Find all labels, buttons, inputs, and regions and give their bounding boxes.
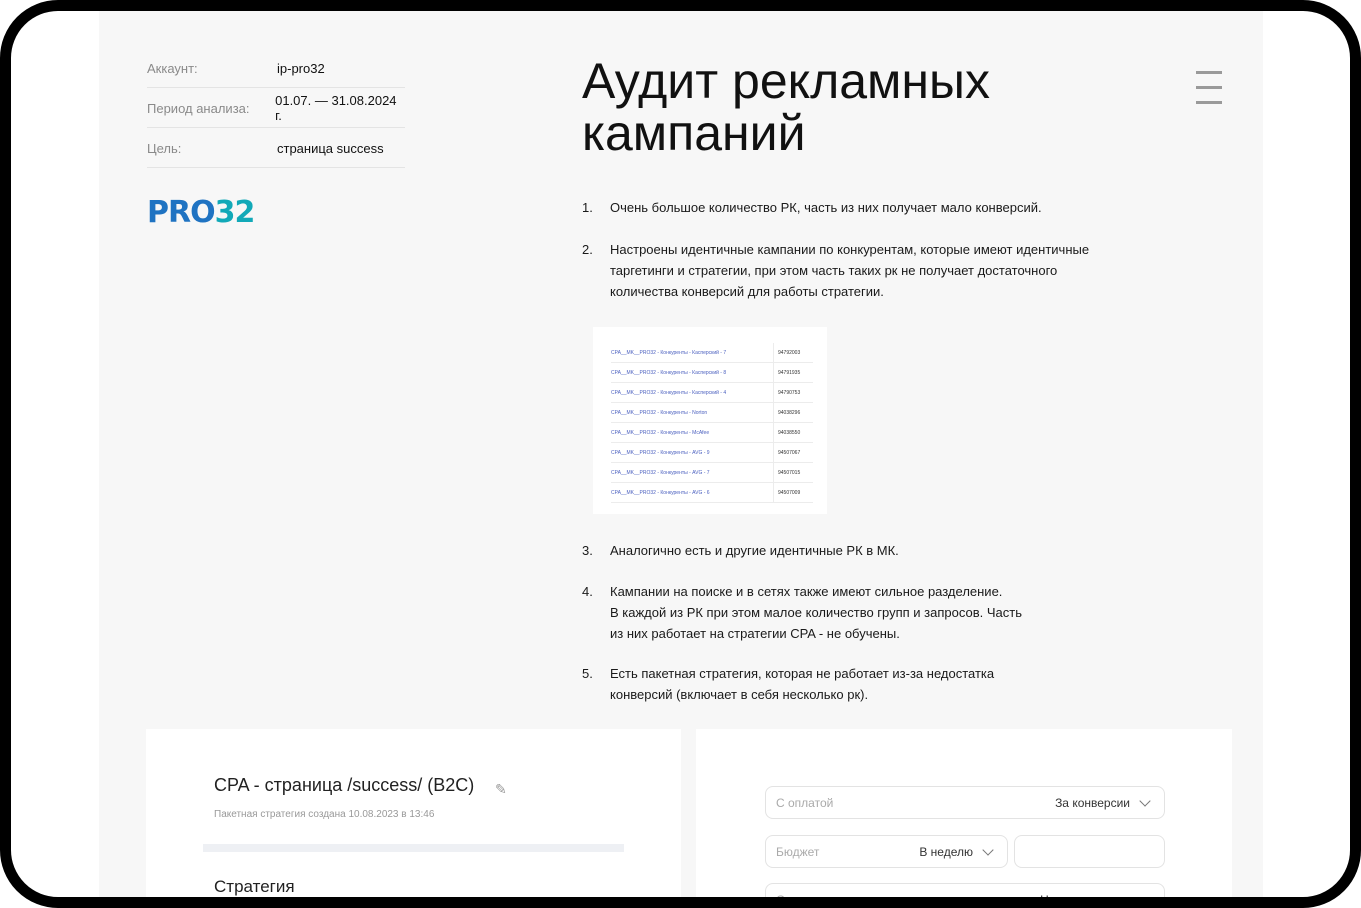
list-item: 1. Очень большое количество РК, часть из… [582, 197, 1042, 218]
list-item-text: Есть пакетная стратегия, которая не рабо… [610, 666, 995, 702]
list-item-text: Аналогично есть и другие идентичные РК в… [610, 543, 899, 558]
strategy-section-heading: Стратегия [214, 877, 295, 896]
table-row: CPA__MK__PRO32 - Конкуренты - AVG - 6 945… [611, 482, 813, 503]
list-item: 2. Настроены идентичные кампании по конк… [582, 239, 1089, 302]
table-row: CPA__MK__PRO32 - Конкуренты - Norton 9403… [611, 402, 813, 423]
budget-amount-input[interactable] [1014, 835, 1165, 868]
list-item: 4. Кампании на поиске и в сетях также им… [582, 581, 1022, 644]
table-row: CPA__MK__PRO32 - Конкуренты - McAfee 9403… [611, 422, 813, 443]
chevron-down-icon [1139, 892, 1151, 897]
list-item-number: 1. [582, 200, 593, 215]
list-item-text: Настроены идентичные кампании по конкуре… [610, 242, 1090, 299]
list-item-text: Очень большое количество РК, часть из ни… [610, 200, 1042, 215]
spend-limit-label: Ограничение расхода [776, 893, 898, 907]
page: Аккаунт: ip-pro32 Период анализа: 01.07.… [99, 11, 1263, 907]
campaign-name: CPA__MK__PRO32 - Конкуренты - AVG - 6 [611, 482, 774, 503]
chevron-down-icon [982, 844, 994, 856]
logo-text-pro: PRO [147, 195, 216, 230]
pro32-logo: PRO32 [147, 195, 256, 230]
list-item-number: 3. [582, 543, 593, 558]
table-row: CPA__MK__PRO32 - Конкуренты - Касперский… [611, 343, 813, 363]
meta-row-period: Период анализа: 01.07. — 31.08.2024 г. [147, 89, 405, 128]
title-line-1: Аудит рекламных [582, 53, 990, 109]
goal-label: Цель: [147, 140, 182, 156]
menu-bar-middle [1196, 86, 1222, 89]
spend-limit-value: Цена конверсии [1040, 893, 1130, 907]
campaign-name: CPA__MK__PRO32 - Конкуренты - AVG - 9 [611, 442, 774, 463]
budget-label: Бюджет [776, 845, 820, 859]
list-item: 3. Аналогично есть и другие идентичные Р… [582, 540, 899, 561]
campaign-id: 94791935 [773, 362, 813, 383]
period-value: 01.07. — 31.08.2024 г. [275, 93, 397, 123]
campaign-id: 94790753 [773, 382, 813, 403]
device-frame: Аккаунт: ip-pro32 Период анализа: 01.07.… [0, 0, 1361, 908]
period-label: Период анализа: [147, 100, 250, 116]
campaign-id: 94507067 [773, 442, 813, 463]
campaign-id: 94038296 [773, 402, 813, 423]
title-line-2: кампаний [582, 105, 806, 161]
campaign-id: 94507009 [773, 482, 813, 503]
meta-row-goal: Цель: страница success [147, 129, 405, 168]
divider [203, 844, 624, 852]
payment-label: С оплатой [776, 796, 834, 810]
goal-value: страница success [277, 140, 384, 156]
account-value: ip-pro32 [277, 60, 325, 76]
campaigns-table: CPA__MK__PRO32 - Конкуренты - Касперский… [611, 343, 813, 503]
strategy-subtitle: Пакетная стратегия создана 10.08.2023 в … [214, 809, 435, 820]
table-row: CPA__MK__PRO32 - Конкуренты - Касперский… [611, 382, 813, 403]
budget-value: В неделю [919, 845, 973, 859]
pencil-icon[interactable]: ✎ [495, 781, 507, 798]
hamburger-icon[interactable] [1196, 71, 1222, 107]
list-item: 5. Есть пакетная стратегия, которая не р… [582, 663, 994, 705]
campaign-id: 94792003 [773, 343, 813, 363]
payment-select[interactable]: С оплатой За конверсии [765, 786, 1165, 819]
strategy-card: CPA - страница /success/ (B2C) ✎ Пакетна… [146, 729, 681, 897]
campaign-id: 94507015 [773, 462, 813, 483]
account-label: Аккаунт: [147, 60, 198, 76]
settings-card: С оплатой За конверсии Бюджет В неделю О… [696, 729, 1232, 907]
campaign-name: CPA__MK__PRO32 - Конкуренты - Norton [611, 402, 774, 423]
campaign-name: CPA__MK__PRO32 - Конкуренты - Касперский… [611, 362, 774, 383]
budget-select[interactable]: Бюджет В неделю [765, 835, 1008, 868]
meta-row-account: Аккаунт: ip-pro32 [147, 49, 405, 88]
strategy-title: CPA - страница /success/ (B2C) [214, 775, 475, 795]
logo-text-32: 32 [214, 195, 256, 230]
spend-limit-select[interactable]: Ограничение расхода Цена конверсии [765, 883, 1165, 907]
campaign-name: CPA__MK__PRO32 - Конкуренты - Касперский… [611, 343, 774, 363]
page-title: Аудит рекламных кампаний [582, 55, 1102, 159]
campaign-name: CPA__MK__PRO32 - Конкуренты - AVG - 7 [611, 462, 774, 483]
table-row: CPA__MK__PRO32 - Конкуренты - AVG - 7 945… [611, 462, 813, 483]
list-item-number: 4. [582, 584, 593, 599]
list-item-text: Кампании на поиске и в сетях также имеют… [610, 584, 1023, 641]
table-row: CPA__MK__PRO32 - Конкуренты - AVG - 9 945… [611, 442, 813, 463]
chevron-down-icon [1139, 795, 1151, 807]
campaign-name: CPA__MK__PRO32 - Конкуренты - Касперский… [611, 382, 774, 403]
campaign-name: CPA__MK__PRO32 - Конкуренты - McAfee [611, 422, 774, 443]
menu-bar-bottom [1196, 101, 1222, 104]
menu-bar-top [1196, 71, 1222, 74]
list-item-number: 5. [582, 666, 593, 681]
campaigns-screenshot: CPA__MK__PRO32 - Конкуренты - Касперский… [593, 327, 827, 514]
campaign-id: 94038550 [773, 422, 813, 443]
list-item-number: 2. [582, 242, 593, 257]
table-row: CPA__MK__PRO32 - Конкуренты - Касперский… [611, 362, 813, 383]
meta-info: Аккаунт: ip-pro32 Период анализа: 01.07.… [147, 49, 405, 169]
payment-value: За конверсии [1055, 796, 1130, 810]
